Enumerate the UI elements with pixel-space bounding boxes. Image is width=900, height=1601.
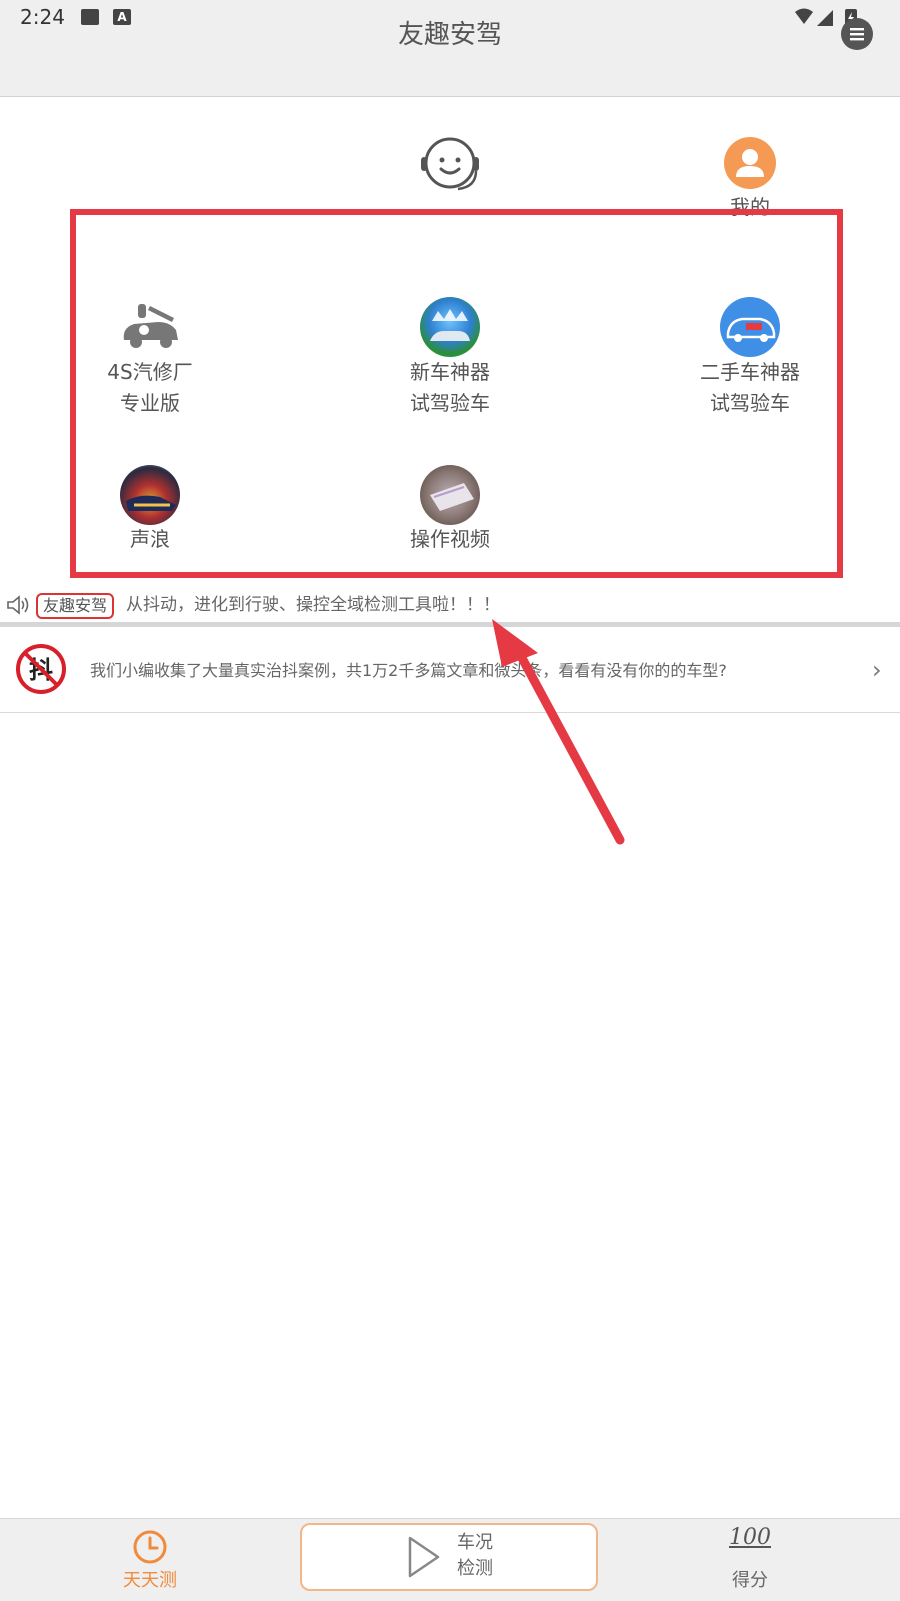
tab-daily[interactable]: 天天测 bbox=[100, 1566, 200, 1592]
score-100-icon[interactable]: 100 bbox=[700, 1525, 800, 1550]
menu-button[interactable] bbox=[841, 18, 873, 50]
chevron-right-icon: › bbox=[872, 656, 882, 684]
article-text: 我们小编收集了大量真实治抖案例，共1万2千多篇文章和微头条，看看有没有你的的车型… bbox=[90, 661, 727, 680]
annotation-arrow bbox=[492, 619, 625, 845]
anti-shake-icon: 抖 bbox=[16, 644, 66, 694]
menu-icon bbox=[850, 28, 864, 41]
user-avatar-icon bbox=[736, 149, 764, 177]
section-divider bbox=[0, 622, 900, 627]
speaker-icon bbox=[7, 595, 29, 615]
support-headset-icon[interactable] bbox=[418, 133, 482, 197]
tab-score[interactable]: 得分 bbox=[700, 1566, 800, 1592]
tab-vehicle-check-label: 车况 检测 bbox=[457, 1532, 493, 1579]
highlight-frame bbox=[70, 209, 843, 578]
tab-vehicle-check[interactable] bbox=[300, 1523, 598, 1591]
announcement-text[interactable]: 从抖动，进化到行驶、操控全域检测工具啦！！！ bbox=[126, 593, 500, 617]
clock-icon[interactable] bbox=[131, 1528, 169, 1566]
profile-button[interactable] bbox=[724, 137, 776, 189]
play-icon bbox=[408, 1536, 440, 1578]
announcement-tag: 友趣安驾 bbox=[36, 593, 115, 619]
page-title: 友趣安驾 bbox=[397, 20, 502, 50]
